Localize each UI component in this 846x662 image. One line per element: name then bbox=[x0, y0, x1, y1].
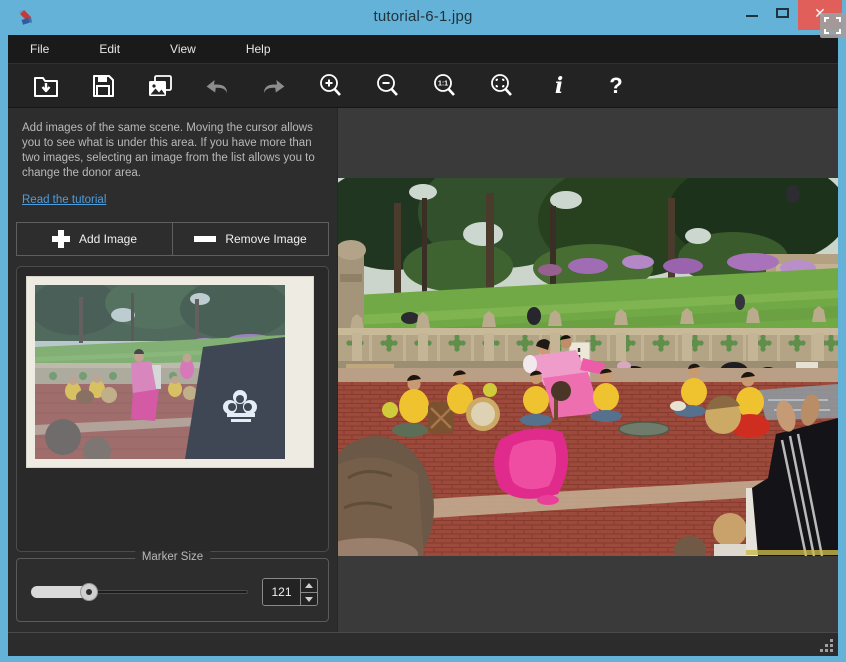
undo-button[interactable] bbox=[195, 68, 239, 104]
open-image-button[interactable] bbox=[24, 68, 68, 104]
image-buttons-row: Add Image Remove Image bbox=[16, 222, 329, 256]
expand-corners-icon bbox=[820, 13, 845, 38]
photo-scene-svg bbox=[338, 178, 838, 556]
zoom-out-icon bbox=[374, 72, 402, 100]
spin-up-button[interactable] bbox=[301, 579, 317, 593]
resize-grip[interactable] bbox=[820, 639, 833, 652]
marker-size-controls bbox=[31, 577, 318, 607]
spin-arrows bbox=[300, 579, 317, 605]
undo-arrow-icon bbox=[203, 74, 231, 98]
info-icon: i bbox=[549, 72, 569, 100]
menu-help[interactable]: Help bbox=[246, 42, 271, 56]
image-canvas-panel bbox=[337, 108, 838, 632]
menu-edit[interactable]: Edit bbox=[99, 42, 120, 56]
svg-text:1:1: 1:1 bbox=[438, 80, 448, 87]
maximize-button[interactable] bbox=[768, 0, 798, 26]
zoom-in-icon bbox=[317, 72, 345, 100]
maximize-icon bbox=[776, 8, 789, 18]
save-floppy-icon bbox=[90, 73, 116, 99]
remove-image-label: Remove Image bbox=[225, 232, 306, 246]
help-icon: ? bbox=[606, 72, 626, 100]
app-window: tutorial-6-1.jpg ✕ File Edit View Help bbox=[0, 0, 846, 662]
toolbar: 1:1 i ? bbox=[8, 63, 838, 108]
menu-view[interactable]: View bbox=[170, 42, 196, 56]
svg-text:?: ? bbox=[609, 73, 622, 98]
marker-size-slider[interactable] bbox=[31, 583, 248, 601]
marker-size-group: Marker Size bbox=[16, 558, 329, 622]
read-tutorial-link[interactable]: Read the tutorial bbox=[22, 194, 106, 206]
app-frame: File Edit View Help bbox=[8, 35, 838, 656]
statusbar bbox=[8, 632, 838, 656]
sidebar: Add images of the same scene. Moving the… bbox=[8, 108, 337, 632]
zoom-in-button[interactable] bbox=[309, 68, 353, 104]
main-photo-canvas[interactable] bbox=[338, 178, 838, 556]
slider-thumb[interactable] bbox=[80, 583, 98, 601]
redo-arrow-icon bbox=[260, 74, 288, 98]
marker-size-input[interactable] bbox=[263, 579, 300, 605]
images-icon bbox=[146, 73, 174, 99]
screen-capture-overlay-badge bbox=[820, 13, 845, 38]
content-area: Add images of the same scene. Moving the… bbox=[8, 108, 838, 632]
plus-icon bbox=[52, 230, 70, 248]
window-title: tutorial-6-1.jpg bbox=[0, 8, 846, 25]
minus-icon bbox=[194, 236, 216, 242]
redo-button[interactable] bbox=[252, 68, 296, 104]
marker-size-spinbox bbox=[262, 578, 318, 606]
minimize-icon bbox=[746, 15, 758, 17]
minimize-button[interactable] bbox=[738, 0, 768, 26]
zoom-actual-size-icon: 1:1 bbox=[431, 72, 459, 100]
add-image-button[interactable]: Add Image bbox=[17, 223, 172, 255]
zoom-fit-button[interactable] bbox=[480, 68, 524, 104]
svg-text:i: i bbox=[555, 73, 563, 99]
thumbnail-scene-svg bbox=[35, 285, 285, 459]
info-button[interactable]: i bbox=[537, 68, 581, 104]
menubar: File Edit View Help bbox=[8, 35, 838, 63]
help-button[interactable]: ? bbox=[594, 68, 638, 104]
marker-size-label: Marker Size bbox=[135, 551, 210, 563]
image-stack-button[interactable] bbox=[138, 68, 182, 104]
image-list[interactable] bbox=[16, 266, 329, 552]
save-image-button[interactable] bbox=[81, 68, 125, 104]
zoom-fit-icon bbox=[488, 72, 516, 100]
open-folder-icon bbox=[32, 73, 60, 99]
instructions-text: Add images of the same scene. Moving the… bbox=[22, 121, 324, 181]
remove-image-button[interactable]: Remove Image bbox=[172, 223, 328, 255]
zoom-out-button[interactable] bbox=[366, 68, 410, 104]
zoom-actual-button[interactable]: 1:1 bbox=[423, 68, 467, 104]
image-list-item-thumbnail[interactable] bbox=[26, 276, 314, 468]
spin-down-button[interactable] bbox=[301, 593, 317, 606]
titlebar[interactable]: tutorial-6-1.jpg ✕ bbox=[0, 0, 846, 35]
menu-file[interactable]: File bbox=[30, 42, 49, 56]
add-image-label: Add Image bbox=[79, 232, 137, 246]
